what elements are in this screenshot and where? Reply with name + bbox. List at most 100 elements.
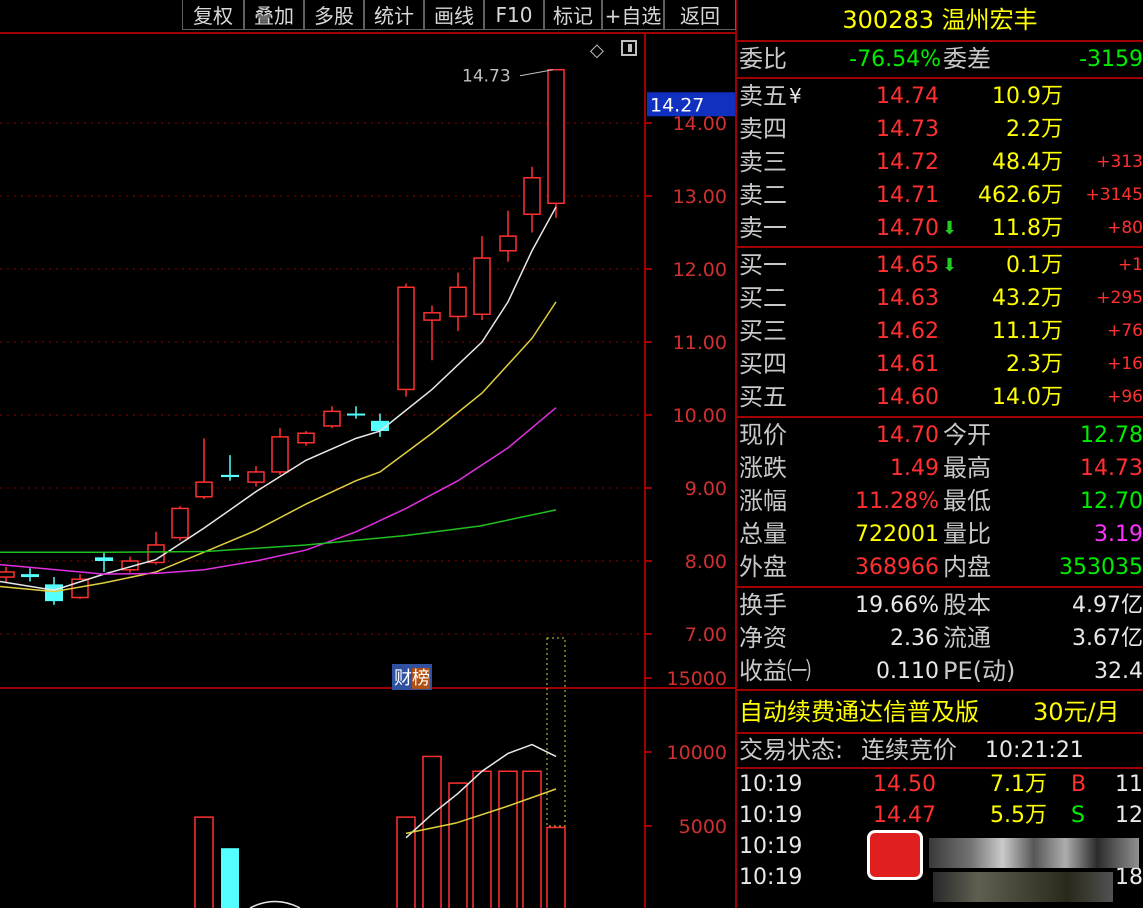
equity-label: 股本 xyxy=(943,591,991,619)
price-tick-label: 8.00 xyxy=(685,551,727,573)
draw-line-button[interactable]: 画线 xyxy=(424,0,484,30)
high-price-label: 14.73 xyxy=(462,67,511,87)
promo-banner[interactable]: 自动续费通达信普及版 30元/月 xyxy=(737,693,1143,731)
fund-row-2: 净资 2.36 流通 3.67亿 xyxy=(737,622,1143,655)
ask-row-5[interactable]: 卖五 ¥ 14.74 10.9万 xyxy=(737,80,1143,113)
current-label: 现价 xyxy=(739,421,787,449)
ask-row-2[interactable]: 卖二 14.71 462.6万 +3145 xyxy=(737,179,1143,212)
statistics-button[interactable]: 统计 xyxy=(364,0,424,30)
bid-price: 14.61 xyxy=(876,352,939,377)
stock-code: 300283 xyxy=(842,6,934,34)
volume-bar xyxy=(221,848,239,908)
volume-value: 722001 xyxy=(855,522,939,547)
ask-row-3[interactable]: 卖三 14.72 48.4万 +313 xyxy=(737,146,1143,179)
bid-change: +295 xyxy=(1096,288,1143,308)
candle-body xyxy=(0,571,15,578)
divider xyxy=(737,586,1143,588)
fund-row-3: 收益㈠ 0.110 PE(动) 32.4 xyxy=(737,655,1143,688)
toolbar: 复权 叠加 多股 统计 画线 F10 标记 +自选 返回 xyxy=(182,0,736,32)
add-watchlist-button[interactable]: +自选 xyxy=(602,0,664,30)
price-tick-label: 12.00 xyxy=(673,259,727,281)
bid-change: +16 xyxy=(1107,354,1143,374)
status-label: 交易状态: xyxy=(739,736,844,764)
open-label: 今开 xyxy=(943,421,991,449)
candle-body xyxy=(423,312,441,321)
mark-button[interactable]: 标记 xyxy=(544,0,602,30)
price-tick-label: 14.00 xyxy=(673,113,727,135)
fuquan-button[interactable]: 复权 xyxy=(182,0,244,30)
candle-body xyxy=(499,235,517,252)
ask-label: 卖一 xyxy=(739,214,787,242)
bid-row-5[interactable]: 买五 14.60 14.0万 +96 xyxy=(737,381,1143,414)
back-button[interactable]: 返回 xyxy=(664,0,736,30)
candle-body xyxy=(523,177,541,215)
promo-price: 30元/月 xyxy=(1033,698,1120,726)
candle-body xyxy=(449,286,467,318)
kline-chart-area[interactable]: 14.00 13.00 12.00 11.00 10.00 9.00 8.00 7.00 14.… xyxy=(0,0,737,908)
candle-body xyxy=(221,474,239,478)
ask-volume: 2.2万 xyxy=(1006,117,1063,142)
ask-change: +3145 xyxy=(1085,185,1143,205)
change-label: 涨跌 xyxy=(739,454,787,482)
volume-tick-label: 5000 xyxy=(679,816,727,838)
watermark-mosaic xyxy=(933,872,1113,902)
candle-body xyxy=(297,432,315,444)
f10-button[interactable]: F10 xyxy=(484,0,544,30)
bid-volume: 43.2万 xyxy=(992,286,1063,311)
turnover-value: 19.66% xyxy=(855,593,939,618)
bid-label: 买二 xyxy=(739,284,787,312)
bid-row-2[interactable]: 买二 14.63 43.2万 +295 xyxy=(737,282,1143,315)
tick-volume: 5.5万 xyxy=(990,803,1047,828)
app-logo-icon xyxy=(867,830,923,880)
stock-name: 温州宏丰 xyxy=(941,6,1038,34)
inner-value: 353035 xyxy=(1059,555,1143,580)
bid-row-3[interactable]: 买三 14.62 11.1万 +76 xyxy=(737,315,1143,348)
fund-row-1: 换手 19.66% 股本 4.97亿 xyxy=(737,589,1143,622)
eps-label: 收益㈠ xyxy=(739,657,811,685)
candle-body xyxy=(45,584,63,602)
quote-row-price: 现价 14.70 今开 12.78 xyxy=(737,419,1143,452)
volume-tick-label: 10000 xyxy=(667,742,727,764)
pct-value: 11.28% xyxy=(855,489,939,514)
high-price: 14.73 xyxy=(1080,456,1143,481)
ask-price: 14.70 xyxy=(876,216,939,241)
status-time: 10:21:21 xyxy=(985,738,1084,763)
ratio-label: 委比 xyxy=(739,45,787,73)
caibang-badge[interactable]: 财榜 xyxy=(392,664,432,690)
open-price: 12.78 xyxy=(1080,423,1143,448)
window-toggle-icon[interactable] xyxy=(621,40,637,56)
badge-left: 财 xyxy=(394,668,412,689)
equity-value: 4.97亿 xyxy=(1072,593,1143,618)
tick-count: 12 xyxy=(1115,803,1143,828)
candle-body xyxy=(547,68,565,205)
tick-time: 10:19 xyxy=(739,772,803,797)
ma5-line xyxy=(0,206,557,591)
ask-row-4[interactable]: 卖四 14.73 2.2万 xyxy=(737,113,1143,146)
diamond-icon[interactable]: ◇ xyxy=(590,40,604,61)
candle-body xyxy=(473,257,491,316)
ask-price: 14.73 xyxy=(876,117,939,142)
volratio-label: 量比 xyxy=(943,520,991,548)
outer-value: 368966 xyxy=(855,555,939,580)
bid-volume: 0.1万 xyxy=(1006,253,1063,278)
ask-row-1[interactable]: 卖一 14.70 ⬇ 11.8万 +80 xyxy=(737,212,1143,245)
float-label: 流通 xyxy=(943,624,991,652)
change-value: 1.49 xyxy=(890,456,939,481)
bid-row-1[interactable]: 买一 14.65 ⬇ 0.1万 +1 xyxy=(737,249,1143,282)
bid-label: 买一 xyxy=(739,251,787,279)
divider xyxy=(737,40,1143,42)
low-label: 最低 xyxy=(943,487,991,515)
multi-stock-button[interactable]: 多股 xyxy=(304,0,364,30)
divider xyxy=(737,77,1143,79)
price-tick-label: 10.00 xyxy=(673,405,727,427)
quote-row-outer: 外盘 368966 内盘 353035 xyxy=(737,551,1143,584)
ask-price: 14.71 xyxy=(876,183,939,208)
quote-row-change: 涨跌 1.49 最高 14.73 xyxy=(737,452,1143,485)
tick-row: 10:19 14.50 7.1万 B 11 xyxy=(737,769,1143,800)
tick-time: 10:19 xyxy=(739,834,803,859)
quote-row-volume: 总量 722001 量比 3.19 xyxy=(737,518,1143,551)
bid-row-4[interactable]: 买四 14.61 2.3万 +16 xyxy=(737,348,1143,381)
overlay-button[interactable]: 叠加 xyxy=(244,0,304,30)
bid-volume: 2.3万 xyxy=(1006,352,1063,377)
tick-volume: 7.1万 xyxy=(990,772,1047,797)
